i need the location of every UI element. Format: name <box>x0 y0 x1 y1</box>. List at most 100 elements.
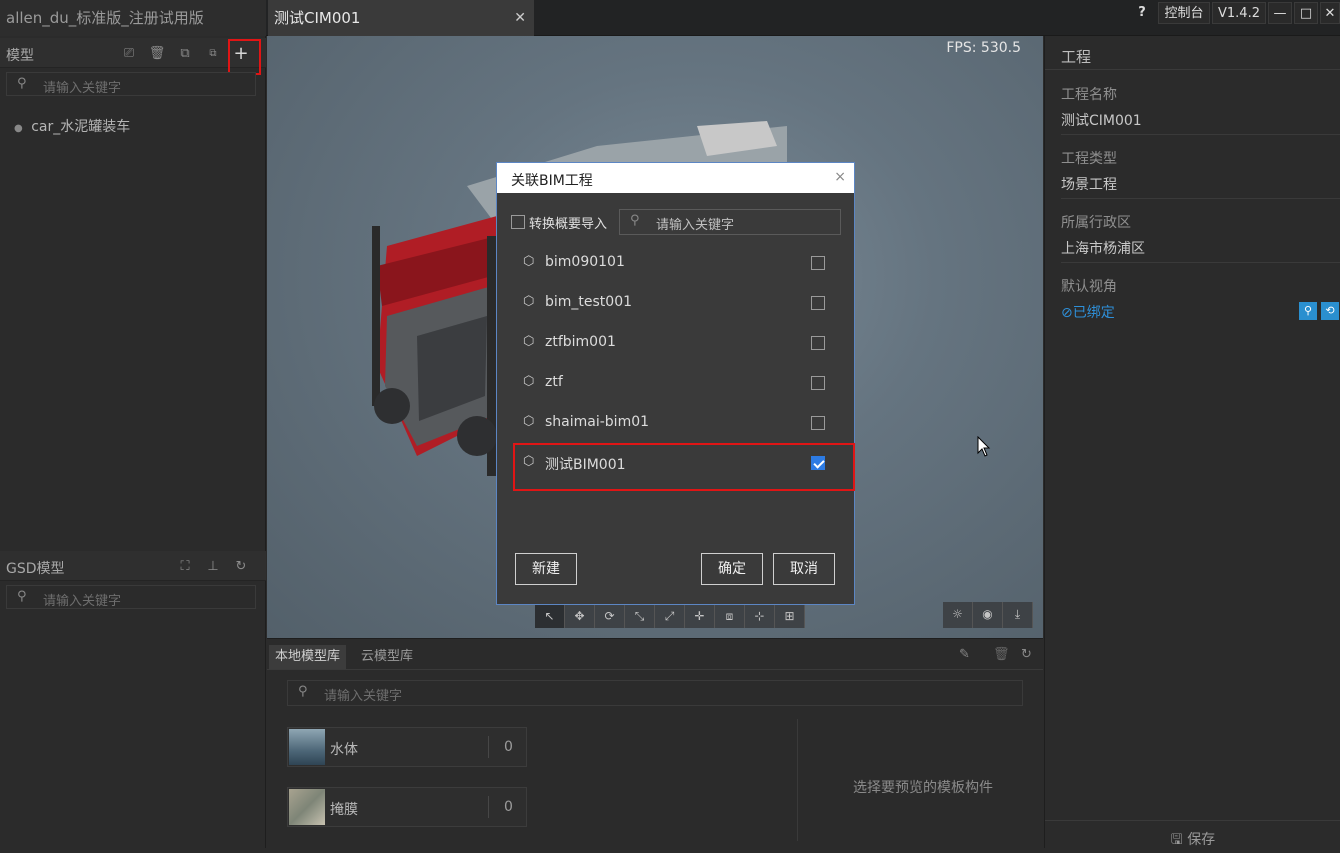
preview-hint: 选择要预览的模板构件 <box>853 780 993 796</box>
template-name: 掩膜 <box>330 802 358 818</box>
cube-icon: ⬡ <box>523 414 535 429</box>
new-button[interactable]: 新建 <box>515 553 577 585</box>
view-bound-text: 已绑定 <box>1072 305 1115 321</box>
console-button[interactable]: 控制台 <box>1158 2 1210 24</box>
refresh-icon[interactable]: ↻ <box>1021 647 1032 662</box>
bim-item-label: bim090101 <box>545 254 625 270</box>
link-bim-dialog: 关联BIM工程 × 转换概要导入 ⚲ 请输入关键字 ⬡ bim090101 ⬡ … <box>496 162 855 605</box>
template-item[interactable]: 掩膜 0 <box>287 787 527 827</box>
bim-list-item[interactable]: ⬡ shaimai-bim01 <box>513 403 839 443</box>
cube-icon: ⬡ <box>523 294 535 309</box>
edit-icon[interactable]: ✎ <box>959 647 970 662</box>
search-icon: ⚲ <box>298 684 308 699</box>
search-placeholder: 请输入关键字 <box>43 81 122 96</box>
cube-icon: ⬡ <box>523 374 535 389</box>
bim-item-checkbox[interactable] <box>811 256 825 270</box>
model-search-input[interactable]: ⚲ 请输入关键字 <box>6 72 256 96</box>
set-view-icon[interactable]: ⟲ <box>1321 302 1339 320</box>
project-type-label: 工程类型 <box>1061 151 1117 167</box>
shrink-tool-icon[interactable]: ⤡ <box>625 604 655 628</box>
dialog-header: 关联BIM工程 × <box>497 163 854 193</box>
search-icon: ⚲ <box>17 76 27 91</box>
refresh-icon[interactable]: ↻ <box>230 556 252 578</box>
tab-local-library[interactable]: 本地模型库 <box>269 645 347 669</box>
divider <box>488 796 489 818</box>
template-item[interactable]: 水体 0 <box>287 727 527 767</box>
model-panel-title: 模型 <box>6 48 34 64</box>
template-count: 0 <box>504 799 513 815</box>
convert-checkbox[interactable] <box>511 215 525 229</box>
pan-tool-icon[interactable]: ✛ <box>685 604 715 628</box>
dialog-close-icon[interactable]: × <box>834 169 846 185</box>
bim-item-checkbox[interactable] <box>811 336 825 350</box>
divider <box>1061 262 1340 263</box>
bim-list-item[interactable]: ⬡ ztfbim001 <box>513 323 839 363</box>
rotate-tool-icon[interactable]: ⟳ <box>595 604 625 628</box>
save-button[interactable]: 🖫 保存 <box>1045 820 1340 848</box>
model-library-panel: 本地模型库 云模型库 ✎ 🗑 ↻ ⚲ 请输入关键字 水体 0 掩膜 0 选择要预… <box>267 638 1043 848</box>
search-icon: ⚲ <box>630 213 640 228</box>
duplicate-icon[interactable]: ⧉ <box>202 43 224 65</box>
import-icon[interactable]: ⎚ <box>118 43 140 65</box>
tab-label: allen_du_标准版_注册试用版 <box>6 9 204 27</box>
bim-item-checkbox[interactable] <box>811 376 825 390</box>
project-name-label: 工程名称 <box>1061 87 1117 103</box>
bim-list-item[interactable]: ⬡ bim_test001 <box>513 283 839 323</box>
camera-icon[interactable]: ◉ <box>973 602 1003 628</box>
bim-item-checkbox[interactable] <box>811 416 825 430</box>
delete-icon[interactable]: 🗑 <box>993 647 1010 662</box>
divider <box>1061 134 1340 135</box>
save-icon: 🖫 <box>1170 832 1183 848</box>
tab-close-icon[interactable]: ✕ <box>514 0 526 36</box>
model-item-label: car_水泥罐装车 <box>31 119 131 135</box>
delete-icon[interactable]: 🗑 <box>146 43 168 65</box>
stamp-icon[interactable]: ⊥ <box>202 556 224 578</box>
template-name: 水体 <box>330 742 358 758</box>
save-label: 保存 <box>1187 832 1216 848</box>
gsd-search-input[interactable]: ⚲ 请输入关键字 <box>6 585 256 609</box>
bim-item-label: bim_test001 <box>545 294 633 310</box>
highlight-box <box>228 39 261 75</box>
move-tool-icon[interactable]: ✥ <box>565 604 595 628</box>
help-button[interactable]: ? <box>1130 2 1154 24</box>
viewport-right-tools: ☼ ◉ ⤓ <box>943 602 1033 628</box>
ok-button[interactable]: 确定 <box>701 553 763 585</box>
version-label: V1.4.2 <box>1212 2 1266 24</box>
dialog-search-input[interactable]: ⚲ 请输入关键字 <box>619 209 841 235</box>
close-window-button[interactable]: ✕ <box>1320 2 1340 24</box>
maximize-button[interactable]: □ <box>1294 2 1318 24</box>
bim-item-checkbox[interactable] <box>811 296 825 310</box>
cancel-button[interactable]: 取消 <box>773 553 835 585</box>
bim-list-item[interactable]: ⬡ bim090101 <box>513 243 839 283</box>
mask-thumbnail <box>289 789 325 825</box>
divider <box>267 669 1043 670</box>
tab-label: 测试CIM001 <box>274 9 361 27</box>
expand-tool-icon[interactable]: ⤢ <box>655 604 685 628</box>
fps-counter: FPS: 530.5 <box>946 40 1021 56</box>
tab-cloud-library[interactable]: 云模型库 <box>355 645 419 669</box>
cube-icon: ⬡ <box>523 334 535 349</box>
check-circle-icon: ⊘ <box>1061 305 1073 321</box>
center-tool-icon[interactable]: ⊹ <box>745 604 775 628</box>
divider <box>1061 198 1340 199</box>
divider <box>797 719 798 841</box>
bim-list-item[interactable]: ⬡ ztf <box>513 363 839 403</box>
light-icon[interactable]: ☼ <box>943 602 973 628</box>
download-icon[interactable]: ⤓ <box>1003 602 1033 628</box>
library-search-input[interactable]: ⚲ 请输入关键字 <box>287 680 1023 706</box>
chart-icon[interactable]: ⛶ <box>174 556 196 578</box>
copy-icon[interactable]: ⧉ <box>174 43 196 65</box>
bim-item-label: ztfbim001 <box>545 334 616 350</box>
minimize-button[interactable]: — <box>1268 2 1292 24</box>
select-tool-icon[interactable]: ↖ <box>535 604 565 628</box>
tab-project-list[interactable]: allen_du_标准版_注册试用版 <box>0 0 266 36</box>
locate-view-icon[interactable]: ⚲ <box>1299 302 1317 320</box>
tab-current-project[interactable]: 测试CIM001 ✕ <box>268 0 534 36</box>
model-panel-header: 模型 ⎚ 🗑 ⧉ ⧉ + <box>0 38 266 68</box>
bim-item-label: shaimai-bim01 <box>545 414 650 430</box>
cube-icon: ⬡ <box>523 254 535 269</box>
model-list-item[interactable]: ● car_水泥罐装车 <box>14 116 130 136</box>
clip-tool-icon[interactable]: ⧈ <box>715 604 745 628</box>
title-bar: allen_du_标准版_注册试用版 测试CIM001 ✕ ? 控制台 V1.4… <box>0 0 1340 36</box>
split-tool-icon[interactable]: ⊞ <box>775 604 805 628</box>
